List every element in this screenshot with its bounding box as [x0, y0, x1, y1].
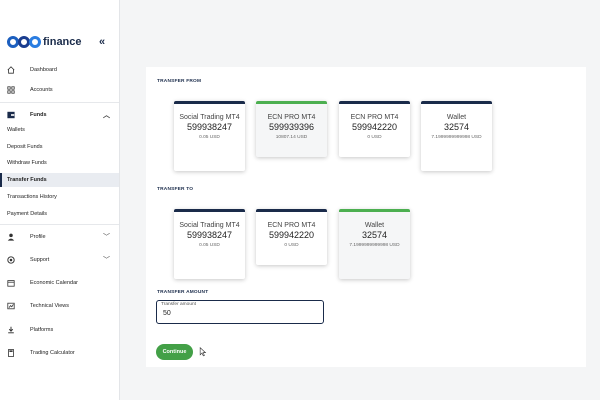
calendar-icon [7, 279, 15, 287]
sidebar: finance « Dashboard Accounts Funds ︿ Wal… [0, 0, 120, 400]
sidebar-item-accounts[interactable]: Accounts [0, 81, 119, 99]
collapse-sidebar-icon[interactable]: « [99, 36, 105, 48]
account-balance: 7.1999999999998 USD [349, 243, 400, 248]
from-account-card[interactable]: Wallet 32574 7.1999999999998 USD [421, 101, 492, 171]
account-number: 599938247 [186, 230, 233, 240]
account-balance: 0 USD [284, 243, 299, 248]
brand-logo[interactable]: finance [7, 34, 82, 50]
divider [0, 102, 119, 103]
sidebar-item-label: Funds [30, 112, 47, 118]
from-account-card[interactable]: Social Trading MT4 599938247 0.05 USD [174, 101, 245, 171]
sidebar-item-dashboard[interactable]: Dashboard [0, 61, 119, 79]
transfer-amount-field[interactable]: Transfer amount [156, 300, 324, 324]
logo-mark-icon [7, 36, 41, 48]
transfer-amount-input[interactable] [163, 310, 313, 317]
chevron-down-icon: ﹀ [103, 234, 110, 241]
mouse-pointer-icon [199, 347, 207, 357]
account-number: 32574 [361, 230, 388, 240]
account-name: Social Trading MT4 [179, 222, 240, 229]
sidebar-subitem-payment-details[interactable]: Payment Details [0, 207, 119, 221]
account-balance: 0 USD [367, 135, 382, 140]
grid-icon [7, 86, 15, 94]
account-balance: 0.05 USD [199, 243, 220, 248]
account-name: Social Trading MT4 [179, 114, 240, 121]
sidebar-subitem-wallets[interactable]: Wallets [0, 123, 119, 137]
sidebar-item-label: Support [30, 257, 50, 263]
to-account-card[interactable]: ECN PRO MT4 599942220 0 USD [256, 209, 327, 265]
sidebar-item-platforms[interactable]: Platforms [0, 321, 119, 339]
account-name: Wallet [364, 222, 385, 229]
account-name: ECN PRO MT4 [350, 114, 399, 121]
account-number: 599938247 [186, 122, 233, 132]
sidebar-item-trading-calculator[interactable]: Trading Calculator [0, 344, 119, 362]
transfer-to-title: TRANSFER TO [157, 187, 194, 192]
divider [0, 224, 119, 225]
download-icon [7, 326, 15, 334]
chevron-down-icon: ﹀ [103, 257, 110, 264]
account-balance: 7.1999999999998 USD [431, 135, 482, 140]
account-name: Wallet [446, 114, 467, 121]
account-name: ECN PRO MT4 [267, 222, 316, 229]
sidebar-item-economic-calendar[interactable]: Economic Calendar [0, 274, 119, 292]
sidebar-item-label: Profile [30, 234, 46, 240]
transfer-amount-label: Transfer amount [161, 302, 197, 307]
brand-name: finance [43, 36, 82, 48]
user-icon [7, 233, 15, 241]
sidebar-subitem-withdraw-funds[interactable]: Withdraw Funds [0, 156, 119, 170]
account-number: 599942220 [351, 122, 398, 132]
sidebar-item-label: Platforms [30, 327, 54, 333]
sidebar-item-profile[interactable]: Profile ﹀ [0, 228, 119, 246]
sidebar-subitem-label: Transactions History [7, 194, 57, 200]
sidebar-subitem-label: Transfer Funds [7, 177, 47, 183]
sidebar-subitem-label: Payment Details [7, 211, 48, 217]
calculator-icon [7, 349, 15, 357]
to-account-card[interactable]: Social Trading MT4 599938247 0.05 USD [174, 209, 245, 279]
chevron-up-icon: ︿ [103, 112, 110, 119]
sidebar-subitem-transfer-funds[interactable]: Transfer Funds [0, 173, 119, 187]
account-number: 599942220 [268, 230, 315, 240]
sidebar-subitem-label: Wallets [7, 127, 25, 133]
support-icon [7, 256, 15, 264]
sidebar-subitem-label: Deposit Funds [7, 144, 43, 150]
to-account-card-selected[interactable]: Wallet 32574 7.1999999999998 USD [339, 209, 410, 279]
sidebar-item-label: Accounts [30, 87, 53, 93]
transfer-amount-title: TRANSFER AMOUNT [157, 290, 209, 295]
sidebar-item-label: Technical Views [30, 303, 70, 309]
account-balance: 10807.14 USD [275, 135, 308, 140]
from-account-card[interactable]: ECN PRO MT4 599942220 0 USD [339, 101, 410, 157]
from-account-card-selected[interactable]: ECN PRO MT4 599939396 10807.14 USD [256, 101, 327, 157]
chart-icon [7, 302, 15, 310]
sidebar-item-funds[interactable]: Funds ︿ [0, 106, 119, 124]
sidebar-subitem-transactions-history[interactable]: Transactions History [0, 190, 119, 204]
sidebar-subitem-label: Withdraw Funds [7, 160, 47, 166]
account-number: 32574 [443, 122, 470, 132]
continue-button[interactable]: Continue [156, 344, 193, 360]
sidebar-item-support[interactable]: Support ﹀ [0, 251, 119, 269]
transfer-from-title: TRANSFER FROM [157, 79, 202, 84]
sidebar-subitem-deposit-funds[interactable]: Deposit Funds [0, 140, 119, 154]
sidebar-item-technical-views[interactable]: Technical Views [0, 297, 119, 315]
account-number: 599939396 [268, 122, 315, 132]
home-icon [7, 66, 15, 74]
sidebar-item-label: Dashboard [30, 67, 57, 73]
sidebar-item-label: Economic Calendar [30, 280, 78, 286]
sidebar-item-label: Trading Calculator [30, 350, 75, 356]
account-balance: 0.05 USD [199, 135, 220, 140]
wallet-icon [7, 111, 15, 119]
account-name: ECN PRO MT4 [267, 114, 316, 121]
